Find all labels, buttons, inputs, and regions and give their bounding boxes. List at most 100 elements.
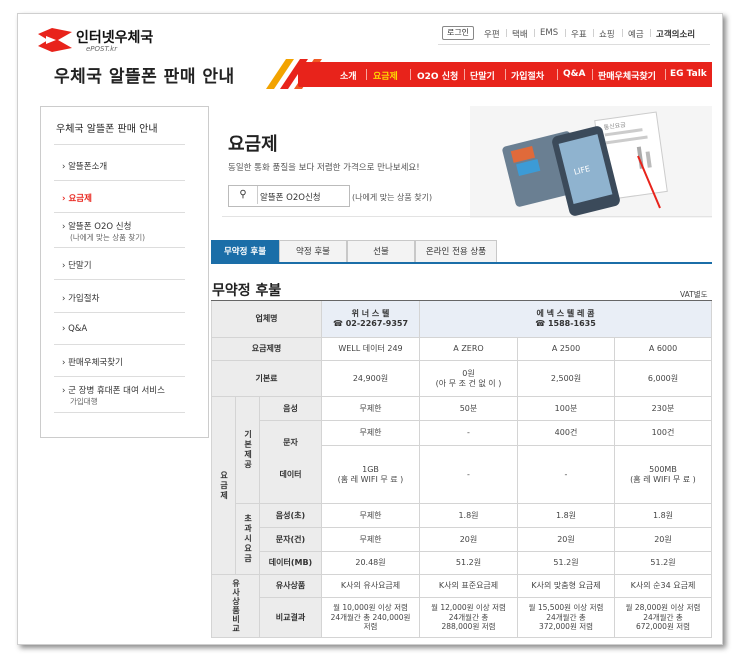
sms-overage: 20원 <box>518 528 615 552</box>
voice: 230분 <box>615 397 712 421</box>
voice: 무제한 <box>322 397 420 421</box>
voice-overage: 무제한 <box>322 504 420 528</box>
util-stamp[interactable]: 우표 <box>571 28 587 40</box>
hero-illustration: LIFE 통신요금 <box>502 111 668 216</box>
group-basic: 기본제공 <box>236 397 260 504</box>
util-separator: | <box>592 28 595 37</box>
sidebar-title: 우체국 알뜰폰 판매 안내 <box>56 124 158 135</box>
sidebar-item-signup-steps[interactable]: › 가입절차 <box>62 292 99 304</box>
sidebar-item-label: Q&A <box>68 324 88 334</box>
util-separator: | <box>621 28 624 37</box>
sidebar-item-find-office[interactable]: › 판매우체국찾기 <box>62 356 123 368</box>
compare-result: 월 28,000원 이상 저렴 24개월간 총 672,000원 저렴 <box>615 598 712 638</box>
row-voice-overage: 음성(초) <box>260 504 322 528</box>
search-icon[interactable]: ⚲ <box>229 186 258 204</box>
group-overage: 초과시요금 <box>236 504 260 575</box>
sidebar-item-label: 요금제 <box>68 194 92 204</box>
data-value: 500MB <box>649 464 677 474</box>
page-frame: 인터넷우체국 ePOST.kr 우체국 알뜰폰 판매 안내 로그인 우편 | 택… <box>17 13 723 645</box>
operator-phone: ☎ 1588-1635 <box>535 319 596 328</box>
sms: 100건 <box>615 421 712 446</box>
tab-postpaid-contract[interactable]: 약정 후불 <box>279 240 347 264</box>
operator-name: 위 너 스 텔 <box>351 309 390 318</box>
sidebar-item-plans[interactable]: › 요금제 <box>62 192 92 204</box>
operator-enextel: 에 넥 스 텔 레 콤 ☎ 1588-1635 <box>420 301 712 338</box>
data-overage: 51.2원 <box>420 552 518 575</box>
similar-product: K사의 유사요금제 <box>322 575 420 598</box>
util-ems[interactable]: EMS <box>540 28 558 38</box>
sidebar-divider <box>54 412 185 413</box>
epost-logo-icon[interactable] <box>38 28 72 52</box>
header-base-fee: 기본료 <box>212 361 322 397</box>
data-note: (홈 레 WIFI 무 료 ) <box>337 474 404 484</box>
sidebar-item-military-rental[interactable]: › 군 장병 휴대폰 대여 서비스 <box>62 384 165 396</box>
data: 1GB (홈 레 WIFI 무 료 ) <box>322 446 420 504</box>
tab-postpaid-no-contract[interactable]: 무약정 후불 <box>211 240 279 264</box>
nav-eg-talk[interactable]: EG Talk <box>670 69 707 79</box>
nav-intro[interactable]: 소개 <box>340 69 357 82</box>
sidebar-divider <box>54 376 185 377</box>
data-overage: 51.2원 <box>615 552 712 575</box>
tab-prepaid[interactable]: 선불 <box>347 240 415 264</box>
nav-find-office[interactable]: 판매우체국찾기 <box>598 69 656 82</box>
brand-sub: ePOST.kr <box>86 45 118 53</box>
util-bank[interactable]: 예금 <box>628 28 644 40</box>
sidebar-item-o2o[interactable]: › 알뜰폰 O2O 신청 <box>62 220 131 232</box>
compare-line: 24개월간 총 <box>643 612 683 622</box>
nav-o2o[interactable]: O2O 신청 <box>417 69 458 82</box>
nav-divider <box>592 69 593 80</box>
nav-devices[interactable]: 단말기 <box>470 69 495 82</box>
util-parcel[interactable]: 택배 <box>512 28 528 40</box>
base-fee: 2,500원 <box>518 361 615 397</box>
compare-line: 24개월간 총 <box>546 612 586 622</box>
compare-line: 월 12,000원 이상 저렴 <box>431 603 506 613</box>
sidebar-item-devices[interactable]: › 단말기 <box>62 259 92 271</box>
compare-line: 월 28,000원 이상 저렴 <box>625 603 701 613</box>
voice-overage: 1.8원 <box>615 504 712 528</box>
row-similar: 유사상품 <box>260 575 322 598</box>
header-plan: 요금제명 <box>212 338 322 361</box>
data-overage: 20.48원 <box>322 552 420 575</box>
plan-name: A 2500 <box>518 338 615 361</box>
group-fee: 요금제 <box>212 397 236 575</box>
sidebar-divider <box>54 212 185 213</box>
sidebar-item-intro[interactable]: › 알뜰폰소개 <box>62 160 107 172</box>
compare-result: 월 15,500원 이상 저렴 24개월간 총 372,000원 저렴 <box>518 598 615 638</box>
row-data: 데이터 <box>260 446 322 504</box>
nav-qna[interactable]: Q&A <box>563 69 585 79</box>
sidebar-item-label: 알뜰폰 O2O 신청 <box>68 222 132 232</box>
sidebar-divider <box>54 279 185 280</box>
util-post[interactable]: 우편 <box>484 28 500 40</box>
tab-underline <box>211 262 712 264</box>
nav-plans[interactable]: 요금제 <box>373 69 398 82</box>
row-voice: 음성 <box>260 397 322 421</box>
util-separator: | <box>533 28 536 37</box>
plan-name: WELL 데이터 249 <box>322 338 420 361</box>
base-fee: 24,900원 <box>322 361 420 397</box>
row-data-overage: 데이터(MB) <box>260 552 322 575</box>
sidebar-item-label: 판매우체국찾기 <box>68 358 123 368</box>
sidebar-item-label: 가입절차 <box>68 294 100 304</box>
operator-phone: ☎ 02-2267-9357 <box>332 319 409 328</box>
o2o-apply-link[interactable]: 알뜰폰 O2O신청 <box>260 191 321 203</box>
sidebar-item-label: 알뜰폰소개 <box>68 162 108 172</box>
brand-name[interactable]: 인터넷우체국 <box>76 27 153 47</box>
tab-online-only[interactable]: 온라인 전용 상품 <box>415 240 497 264</box>
sidebar-item-qna[interactable]: › Q&A <box>62 324 87 334</box>
sms: - <box>420 421 518 446</box>
content-divider <box>222 216 712 217</box>
util-customer-voice[interactable]: 고객의소리 <box>656 28 695 40</box>
nav-signup-steps[interactable]: 가입절차 <box>511 69 544 82</box>
sidebar-divider <box>54 247 185 248</box>
data: 500MB (홈 레 WIFI 무 료 ) <box>615 446 712 504</box>
nav-divider <box>665 69 666 80</box>
sms: 무제한 <box>322 421 420 446</box>
base-fee-note: (아 무 조 건 없 이 ) <box>435 378 502 388</box>
compare-line: 월 15,500원 이상 저렴 <box>528 603 604 613</box>
data-value: 1GB <box>362 464 379 474</box>
sidebar-divider <box>54 312 185 313</box>
nav-divider <box>557 69 558 80</box>
login-button[interactable]: 로그인 <box>442 26 474 40</box>
sms-overage: 무제한 <box>322 528 420 552</box>
util-shopping[interactable]: 쇼핑 <box>599 28 615 40</box>
